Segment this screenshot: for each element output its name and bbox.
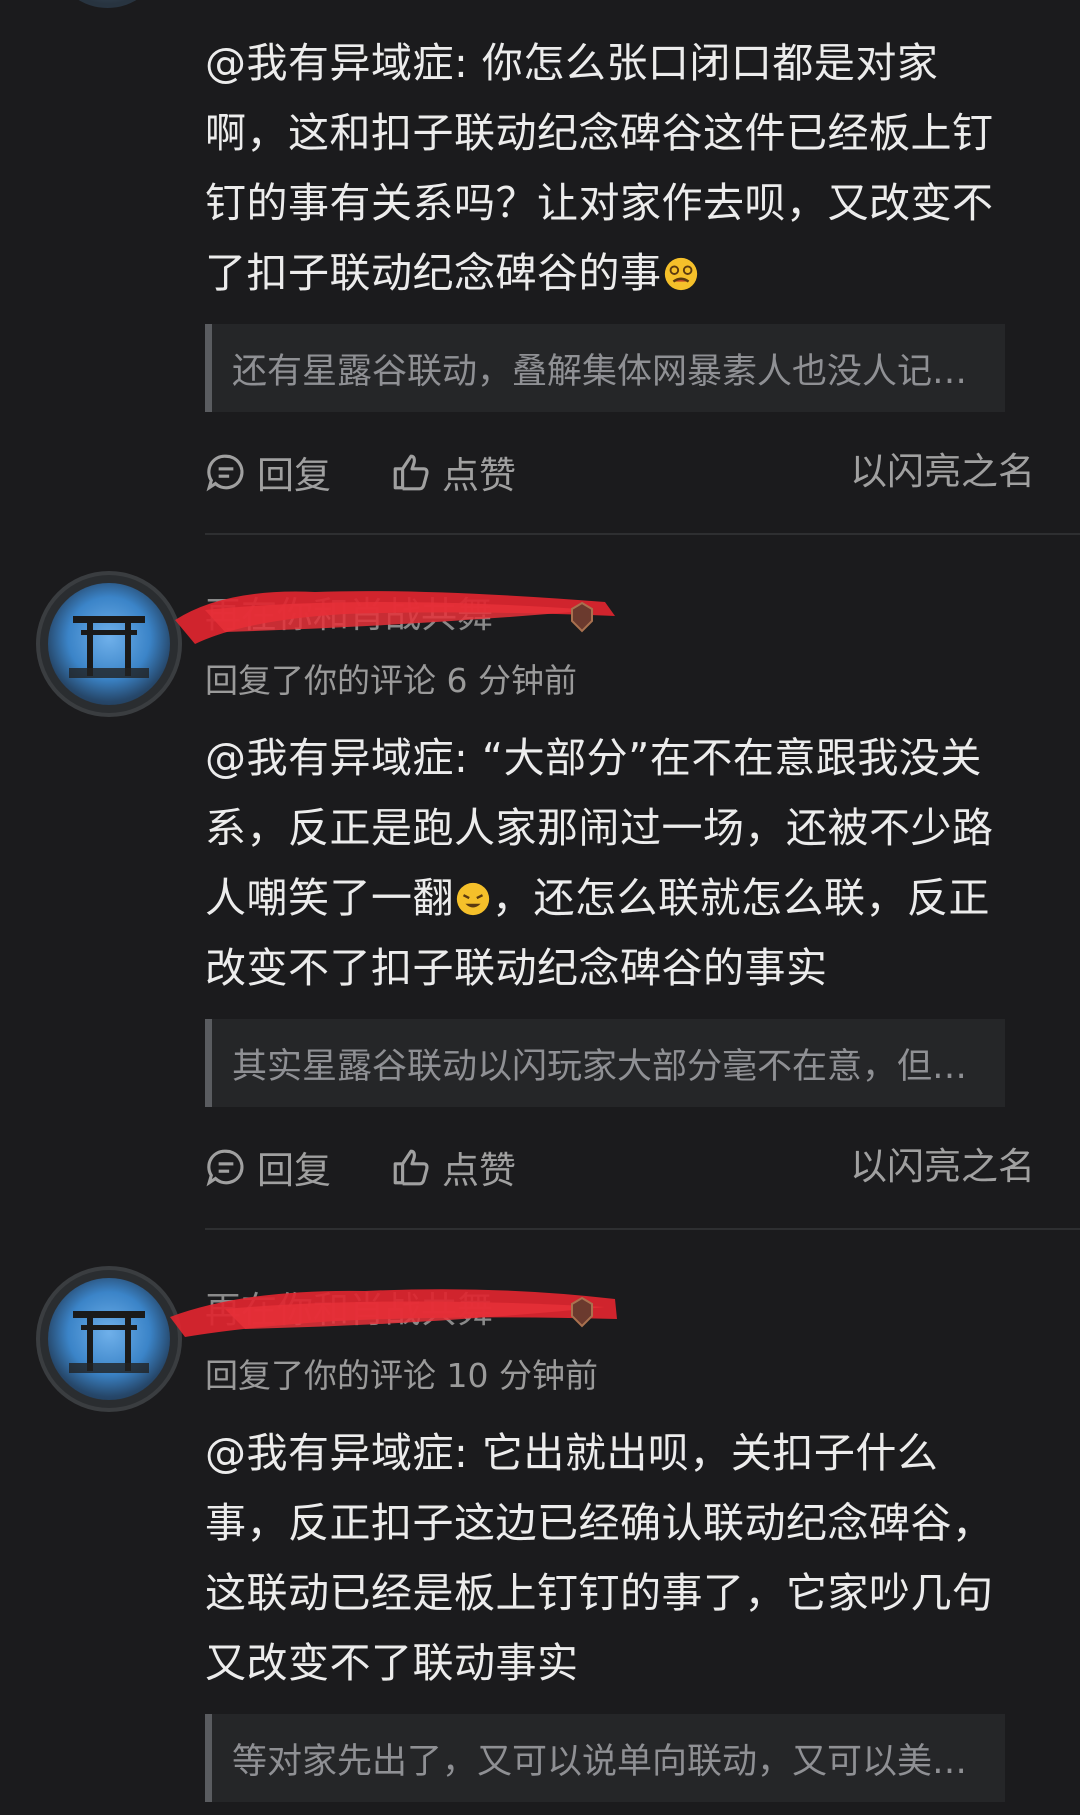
like-button[interactable]: 点赞 — [390, 1137, 516, 1197]
level-badge-icon — [571, 601, 593, 633]
divider — [205, 533, 1080, 535]
avatar[interactable] — [48, 1278, 170, 1400]
reply-meta: 回复了你的评论 6 分钟前 — [205, 661, 577, 700]
comment-bubble-icon — [206, 454, 244, 492]
like-button[interactable]: 点赞 — [390, 442, 516, 502]
avatar-partial[interactable] — [60, 0, 155, 8]
reply-button[interactable]: 回复 — [205, 1137, 331, 1197]
comment-body: @我有异域症: 它出就出呗，关扣子什么事，反正扣子这边已经确认联动纪念碑谷，这联… — [205, 1418, 1010, 1698]
source-label[interactable]: 以闪亮之名 — [850, 1137, 1035, 1197]
quoted-comment[interactable]: 还有星露谷联动，叠解集体网暴素人也没人记… — [205, 324, 1005, 412]
comment-actions: 回复 点赞 以闪亮之名 — [205, 1137, 1035, 1197]
source-label[interactable]: 以闪亮之名 — [850, 442, 1035, 502]
divider — [205, 1228, 1080, 1230]
user-line: 再在你和肖战共舞 — [175, 591, 635, 644]
comment-actions: 回复 点赞 以闪亮之名 — [205, 442, 1035, 502]
mention[interactable]: @我有异域症: — [205, 1429, 482, 1477]
avatar[interactable] — [48, 583, 170, 705]
comment-bubble-icon — [206, 1149, 244, 1187]
comment-body: @我有异域症: “大部分”在不在意跟我没关系，反正是跑人家那闹过一场，还被不少路… — [205, 723, 1010, 1003]
comment-body: @我有异域症: 你怎么张口闭口都是对家啊，这和扣子联动纪念碑谷这件已经板上钉钉的… — [205, 28, 1010, 308]
quoted-comment[interactable]: 等对家先出了，又可以说单向联动，又可以美… — [205, 1714, 1005, 1802]
mention[interactable]: @我有异域症: — [205, 734, 482, 782]
level-badge-icon — [571, 1296, 593, 1328]
thumbs-up-icon — [393, 1149, 429, 1186]
reply-meta: 回复了你的评论 10 分钟前 — [205, 1356, 598, 1395]
dizzy-face-icon — [664, 257, 697, 291]
user-line: 再在你和肖战共舞 — [170, 1287, 635, 1337]
torii-gate-icon — [69, 616, 149, 678]
reply-button[interactable]: 回复 — [205, 442, 331, 502]
mention[interactable]: @我有异域症: — [205, 39, 482, 87]
torii-gate-icon — [69, 1311, 149, 1373]
redaction-scribble — [175, 591, 615, 644]
laughing-face-icon — [456, 882, 490, 916]
thumbs-up-icon — [393, 454, 429, 491]
quoted-comment[interactable]: 其实星露谷联动以闪玩家大部分毫不在意，但… — [205, 1019, 1005, 1107]
redaction-scribble — [170, 1289, 617, 1337]
